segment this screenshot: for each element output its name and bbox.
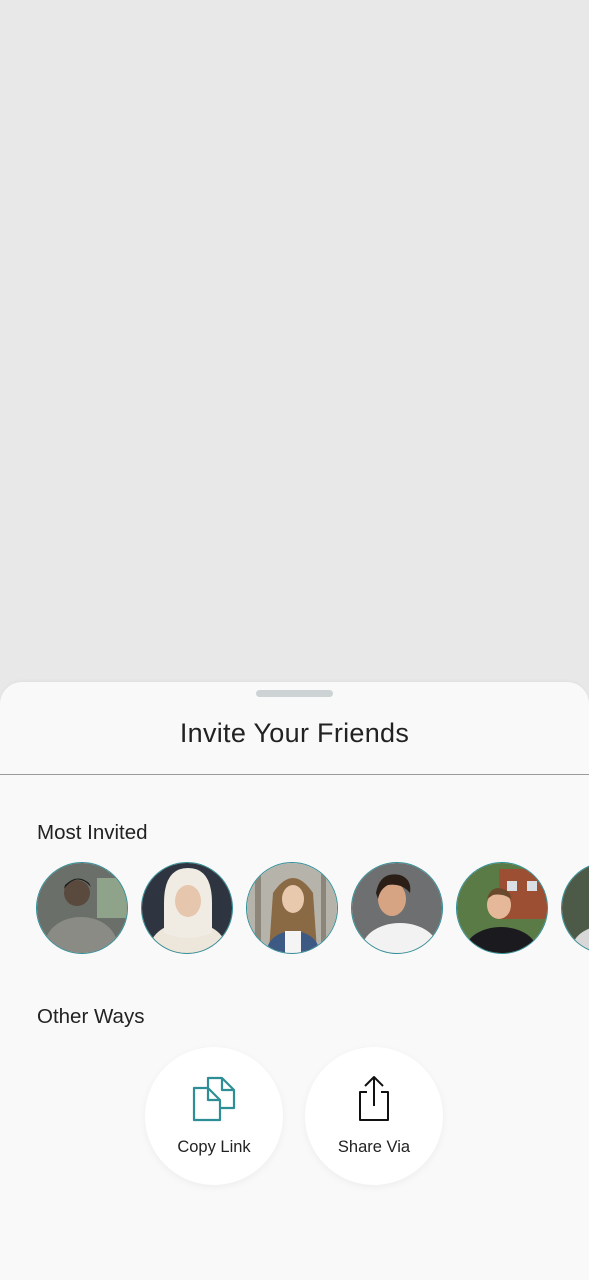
share-via-button[interactable]: Share Via [305,1047,443,1185]
sheet-title: Invite Your Friends [179,718,410,748]
avatar-photo [247,863,337,953]
copy-link-icon [192,1076,236,1122]
invite-bottom-sheet: Invite Your Friends Most Invited Other W… [0,682,589,1280]
avatar-photo [352,863,442,953]
friend-avatar[interactable] [36,862,128,954]
dimmed-background[interactable] [0,0,589,700]
avatar-photo [562,863,589,953]
share-icon [359,1076,389,1121]
friend-avatar[interactable] [141,862,233,954]
most-invited-avatar-list[interactable] [36,862,589,958]
title-divider [0,774,589,775]
share-via-label: Share Via [337,1138,411,1156]
friend-avatar[interactable] [456,862,548,954]
copy-link-button[interactable]: Copy Link [145,1047,283,1185]
avatar-photo [457,863,547,953]
copy-link-label: Copy Link [177,1138,251,1156]
most-invited-label: Most Invited [37,821,148,844]
friend-avatar[interactable] [246,862,338,954]
friend-avatar[interactable] [561,862,589,954]
other-ways-label: Other Ways [37,1005,145,1028]
avatar-photo [142,863,232,953]
avatar-photo [37,863,127,953]
sheet-drag-handle[interactable] [256,690,333,697]
friend-avatar[interactable] [351,862,443,954]
